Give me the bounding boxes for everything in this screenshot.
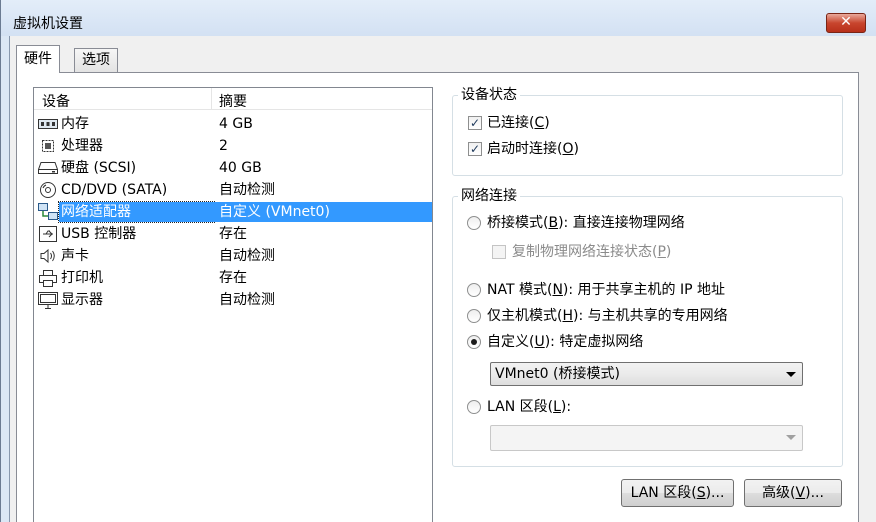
host-only-label[interactable]: 仅主机模式(H): 与主机共享的专用网络 bbox=[487, 307, 728, 325]
connect-at-power-on-label[interactable]: 启动时连接(O) bbox=[487, 140, 579, 158]
device-summary: 自动检测 bbox=[219, 182, 275, 198]
advanced-button[interactable]: 高级(V)... bbox=[744, 479, 842, 507]
device-name: USB 控制器 bbox=[61, 226, 137, 242]
device-summary: 自定义 (VMnet0) bbox=[214, 202, 432, 222]
replicate-state-checkbox[interactable] bbox=[492, 245, 506, 259]
lan-segment-select[interactable] bbox=[490, 425, 803, 451]
device-name: 显示器 bbox=[61, 292, 103, 308]
device-name: 内存 bbox=[61, 116, 89, 132]
device-row-memory[interactable]: 内存 4 GB bbox=[36, 113, 432, 135]
device-summary: 40 GB bbox=[219, 160, 262, 176]
device-name: CD/DVD (SATA) bbox=[61, 182, 168, 198]
bridged-radio[interactable] bbox=[467, 216, 481, 230]
printer-icon bbox=[38, 269, 58, 287]
custom-network-select[interactable]: VMnet0 (桥接模式) bbox=[490, 362, 803, 386]
device-row-hard-disk[interactable]: 硬盘 (SCSI) 40 GB bbox=[36, 157, 432, 179]
network-adapter-icon bbox=[38, 203, 58, 220]
close-button[interactable]: ✕ bbox=[826, 13, 866, 33]
sound-icon bbox=[38, 248, 58, 264]
device-name: 打印机 bbox=[61, 270, 103, 286]
device-row-sound-card[interactable]: 声卡 自动检测 bbox=[36, 245, 432, 267]
device-row-usb-controller[interactable]: USB 控制器 存在 bbox=[36, 223, 432, 245]
memory-icon bbox=[38, 116, 58, 132]
device-summary: 存在 bbox=[219, 270, 247, 286]
display-icon bbox=[38, 291, 58, 309]
chevron-down-icon bbox=[786, 435, 796, 440]
device-status-group bbox=[452, 95, 843, 176]
lan-segments-button[interactable]: LAN 区段(S)... bbox=[621, 479, 734, 507]
replicate-state-label[interactable]: 复制物理网络连接状态(P) bbox=[512, 243, 671, 261]
device-name: 硬盘 (SCSI) bbox=[61, 160, 137, 176]
device-name: 网络适配器 bbox=[58, 201, 215, 223]
connected-checkbox[interactable]: ✓ bbox=[468, 116, 482, 130]
usb-icon bbox=[38, 226, 58, 242]
device-name: 处理器 bbox=[61, 138, 103, 154]
processor-icon bbox=[38, 138, 58, 154]
nat-label[interactable]: NAT 模式(N): 用于共享主机的 IP 地址 bbox=[487, 281, 725, 299]
radio-selected-dot bbox=[471, 339, 477, 345]
device-summary: 4 GB bbox=[219, 116, 253, 132]
device-row-display[interactable]: 显示器 自动检测 bbox=[36, 289, 432, 311]
device-summary: 存在 bbox=[219, 226, 247, 242]
chevron-down-icon bbox=[786, 372, 796, 377]
network-connection-title: 网络连接 bbox=[458, 187, 520, 205]
nat-radio[interactable] bbox=[467, 283, 481, 297]
device-name: 声卡 bbox=[61, 248, 89, 264]
device-summary: 自动检测 bbox=[219, 248, 275, 264]
hard-disk-icon bbox=[38, 160, 58, 176]
device-summary: 自动检测 bbox=[219, 292, 275, 308]
list-header: 设备 摘要 bbox=[34, 88, 432, 110]
column-header-device[interactable]: 设备 bbox=[42, 91, 70, 111]
host-only-radio[interactable] bbox=[467, 309, 481, 323]
column-separator[interactable] bbox=[211, 88, 212, 110]
bridged-label[interactable]: 桥接模式(B): 直接连接物理网络 bbox=[487, 214, 685, 232]
device-row-printer[interactable]: 打印机 存在 bbox=[36, 267, 432, 289]
column-header-summary[interactable]: 摘要 bbox=[219, 91, 247, 111]
title-bar: 虚拟机设置 bbox=[1, 0, 876, 36]
device-list[interactable]: 设备 摘要 内存 4 GB 处理器 2 硬盘 (SCSI) 40 GB CD/D… bbox=[33, 87, 433, 522]
tab-options[interactable]: 选项 bbox=[74, 48, 118, 72]
device-row-cd-dvd[interactable]: CD/DVD (SATA) 自动检测 bbox=[36, 179, 432, 201]
custom-label[interactable]: 自定义(U): 特定虚拟网络 bbox=[487, 333, 643, 351]
lan-segment-radio[interactable] bbox=[467, 400, 481, 414]
device-row-processor[interactable]: 处理器 2 bbox=[36, 135, 432, 157]
device-status-title: 设备状态 bbox=[458, 86, 520, 104]
connect-at-power-on-checkbox[interactable]: ✓ bbox=[468, 142, 482, 156]
tab-hardware[interactable]: 硬件 bbox=[16, 45, 60, 73]
device-summary: 2 bbox=[219, 138, 228, 154]
window-title: 虚拟机设置 bbox=[13, 16, 83, 32]
device-row-network-adapter[interactable]: 网络适配器 自定义 (VMnet0) bbox=[36, 201, 432, 223]
connected-label[interactable]: 已连接(C) bbox=[487, 114, 550, 132]
custom-network-value: VMnet0 (桥接模式) bbox=[495, 366, 620, 382]
lan-segment-label[interactable]: LAN 区段(L): bbox=[487, 398, 571, 416]
custom-radio[interactable] bbox=[467, 335, 481, 349]
cd-dvd-icon bbox=[38, 182, 58, 198]
